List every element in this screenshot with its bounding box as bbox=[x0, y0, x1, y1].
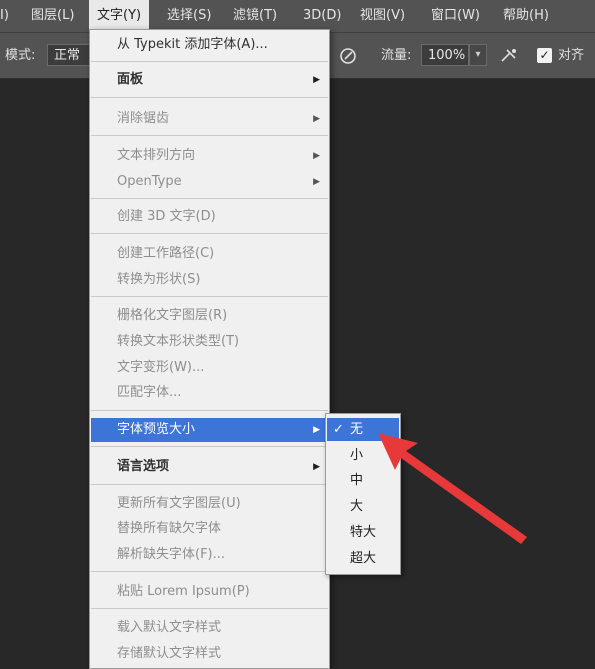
menu-create-3d-text: 创建 3D 文字(D) bbox=[117, 209, 216, 224]
align-label: 对齐 bbox=[558, 48, 585, 63]
submenu-item-huge[interactable]: 超大 bbox=[327, 547, 399, 570]
menu-create-work-path: 创建工作路径(C) bbox=[117, 246, 215, 261]
submenu-arrow-icon: ▶ bbox=[313, 177, 320, 187]
flow-label: 流量: bbox=[381, 48, 412, 63]
menu-warp-text: 文字变形(W)... bbox=[117, 360, 205, 375]
menu-item-view[interactable]: 视图(V) bbox=[360, 0, 405, 32]
submenu-arrow-icon: ▶ bbox=[313, 151, 320, 161]
menu-replace-missing-fonts: 替换所有缺欠字体 bbox=[117, 521, 222, 536]
menu-item-window[interactable]: 窗口(W) bbox=[431, 0, 480, 32]
submenu-arrow-icon: ▶ bbox=[313, 462, 320, 472]
mode-label: 模式: bbox=[5, 48, 36, 63]
submenu-arrow-icon: ▶ bbox=[313, 75, 320, 85]
checkmark-icon: ✓ bbox=[333, 422, 344, 437]
menu-separator bbox=[91, 61, 328, 62]
menu-separator bbox=[91, 135, 328, 136]
submenu-item-none[interactable]: ✓ 无 bbox=[327, 418, 399, 441]
menu-opentype: OpenType ▶ bbox=[91, 170, 328, 194]
menu-font-preview-size[interactable]: 字体预览大小 ▶ bbox=[91, 418, 328, 442]
menu-item-help[interactable]: 帮助(H) bbox=[503, 0, 549, 32]
font-preview-size-submenu: ✓ 无 小 中 大 特大 超大 bbox=[325, 413, 401, 575]
submenu-item-extra-large[interactable]: 特大 bbox=[327, 521, 399, 544]
menu-load-default-type-styles: 载入默认文字样式 bbox=[117, 620, 222, 635]
menu-separator bbox=[91, 608, 328, 609]
menu-separator bbox=[91, 97, 328, 98]
menu-paste-lorem-ipsum: 粘贴 Lorem Ipsum(P) bbox=[117, 584, 250, 599]
menu-separator bbox=[91, 571, 328, 572]
menu-save-default-type-styles: 存储默认文字样式 bbox=[117, 646, 222, 661]
menu-item-partial[interactable]: I) bbox=[0, 0, 9, 32]
menu-separator bbox=[91, 410, 328, 411]
flow-input[interactable]: 100% bbox=[421, 44, 469, 66]
menu-separator bbox=[91, 296, 328, 297]
align-checkbox[interactable]: ✓ bbox=[537, 48, 552, 63]
flow-dropdown-icon[interactable]: ▾ bbox=[469, 44, 487, 66]
menu-update-all-text-layers: 更新所有文字图层(U) bbox=[117, 496, 241, 511]
menu-convert-text-shape-type: 转换文本形状类型(T) bbox=[117, 334, 240, 349]
menu-item-layer[interactable]: 图层(L) bbox=[31, 0, 74, 32]
mode-select[interactable]: 正常 bbox=[47, 44, 93, 66]
menu-anti-alias: 消除锯齿 ▶ bbox=[91, 107, 328, 131]
submenu-item-small[interactable]: 小 bbox=[327, 444, 399, 467]
menu-add-typekit-fonts[interactable]: 从 Typekit 添加字体(A)... bbox=[91, 33, 328, 57]
menu-item-3d[interactable]: 3D(D) bbox=[303, 0, 341, 32]
menu-item-select[interactable]: 选择(S) bbox=[167, 0, 211, 32]
submenu-item-large[interactable]: 大 bbox=[327, 495, 399, 518]
menu-text-orientation: 文本排列方向 ▶ bbox=[91, 144, 328, 168]
menu-convert-to-shape: 转换为形状(S) bbox=[117, 272, 201, 287]
menu-separator bbox=[91, 233, 328, 234]
menu-item-filter[interactable]: 滤镜(T) bbox=[233, 0, 277, 32]
menu-separator bbox=[91, 484, 328, 485]
menu-rasterize-type-layer: 栅格化文字图层(R) bbox=[117, 308, 228, 323]
menu-resolve-missing-fonts: 解析缺失字体(F)... bbox=[117, 547, 226, 562]
submenu-item-medium[interactable]: 中 bbox=[327, 469, 399, 492]
airbrush-icon[interactable] bbox=[337, 45, 359, 67]
airbrush-flow-icon[interactable] bbox=[498, 45, 520, 67]
menu-language-options[interactable]: 语言选项 ▶ bbox=[91, 455, 328, 479]
menu-separator bbox=[91, 446, 328, 447]
menu-match-font: 匹配字体... bbox=[117, 385, 182, 400]
submenu-arrow-icon: ▶ bbox=[313, 114, 320, 124]
menu-panels[interactable]: 面板 ▶ bbox=[91, 68, 328, 92]
submenu-arrow-icon: ▶ bbox=[313, 425, 320, 435]
menu-separator bbox=[91, 198, 328, 199]
type-menu-dropdown: 从 Typekit 添加字体(A)... 面板 ▶ 消除锯齿 ▶ 文本排列方向 ▶ O… bbox=[89, 29, 330, 669]
menu-item-type[interactable]: 文字(Y) bbox=[89, 0, 150, 32]
